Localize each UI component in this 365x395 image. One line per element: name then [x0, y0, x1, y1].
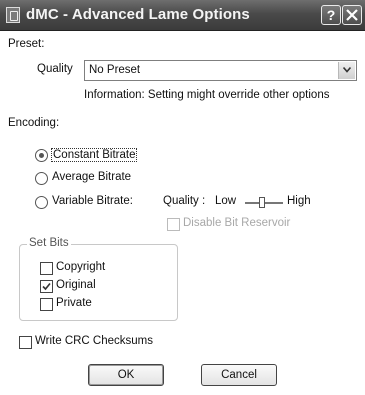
- app-icon[interactable]: [6, 7, 20, 23]
- constant-bitrate-radio[interactable]: [35, 149, 48, 162]
- preset-section-label: Preset:: [8, 38, 45, 50]
- vbr-low-label: Low: [215, 195, 237, 207]
- close-button[interactable]: [342, 5, 362, 25]
- write-crc-label[interactable]: Write CRC Checksums: [35, 335, 153, 347]
- variable-bitrate-label[interactable]: Variable Bitrate:: [52, 195, 133, 207]
- close-icon: [346, 9, 358, 21]
- checkmark-icon: [42, 282, 51, 291]
- average-bitrate-label[interactable]: Average Bitrate: [52, 171, 131, 183]
- original-checkbox[interactable]: [40, 280, 53, 293]
- disable-bit-reservoir-label: Disable Bit Reservoir: [183, 217, 291, 229]
- chevron-down-icon: [343, 67, 351, 73]
- quality-label: Quality: [37, 63, 73, 75]
- cancel-button[interactable]: Cancel: [201, 364, 277, 386]
- slider-thumb[interactable]: [259, 197, 265, 208]
- private-label[interactable]: Private: [56, 297, 92, 309]
- vbr-high-label: High: [287, 195, 311, 207]
- dropdown-arrow-button[interactable]: [338, 62, 355, 79]
- copyright-checkbox[interactable]: [40, 262, 53, 275]
- constant-bitrate-label[interactable]: Constant Bitrate: [51, 148, 138, 162]
- title-bar: dMC - Advanced Lame Options ?: [0, 0, 365, 31]
- variable-bitrate-radio[interactable]: [35, 196, 48, 209]
- quality-preset-dropdown[interactable]: No Preset: [84, 60, 357, 81]
- write-crc-checkbox[interactable]: [19, 336, 32, 349]
- average-bitrate-radio[interactable]: [35, 172, 48, 185]
- window-title: dMC - Advanced Lame Options: [26, 6, 250, 23]
- copyright-label[interactable]: Copyright: [56, 261, 105, 273]
- private-checkbox[interactable]: [40, 298, 53, 311]
- help-button[interactable]: ?: [321, 5, 341, 25]
- quality-preset-value: No Preset: [89, 64, 141, 76]
- disable-bit-reservoir-checkbox: [167, 218, 180, 231]
- original-label[interactable]: Original: [56, 279, 96, 291]
- preset-info-text: Information: Setting might override othe…: [84, 89, 330, 101]
- ok-button[interactable]: OK: [88, 364, 164, 386]
- vbr-quality-slider[interactable]: [245, 196, 283, 210]
- set-bits-title: Set Bits: [27, 237, 71, 249]
- encoding-section-label: Encoding:: [8, 117, 60, 129]
- vbr-quality-label: Quality :: [163, 195, 206, 207]
- help-icon: ?: [326, 7, 336, 23]
